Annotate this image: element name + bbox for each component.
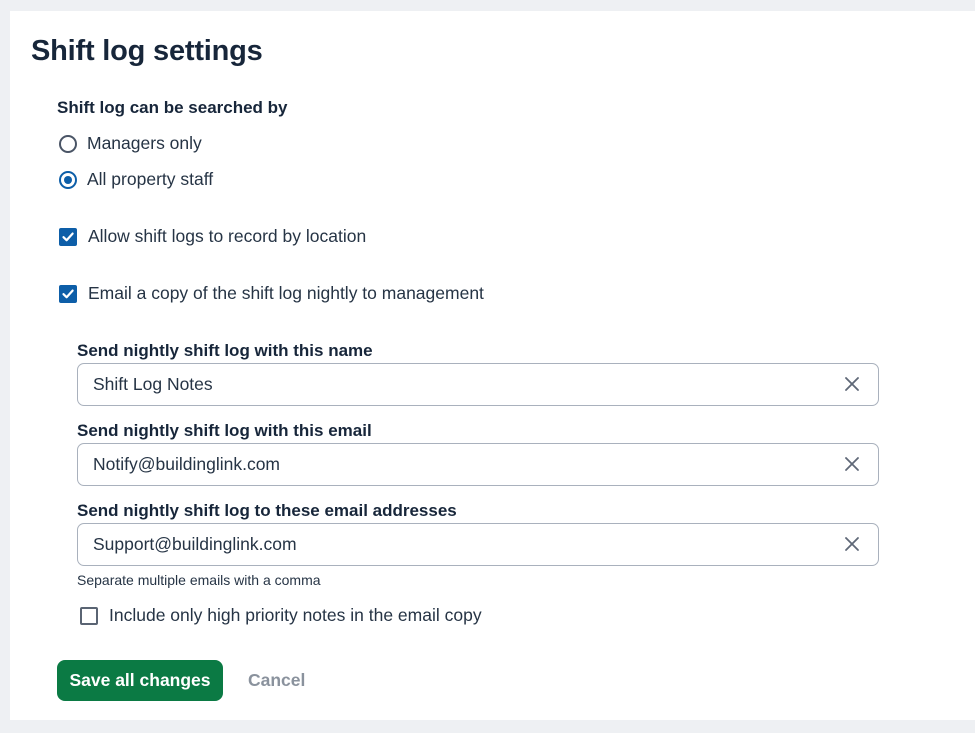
radio-managers-only[interactable]: Managers only xyxy=(59,133,202,154)
name-input[interactable] xyxy=(93,364,813,404)
from-email-input[interactable] xyxy=(93,444,813,484)
checkbox-high-priority-only[interactable]: Include only high priority notes in the … xyxy=(80,605,482,626)
clear-icon[interactable] xyxy=(844,456,860,472)
checkbox-email-nightly[interactable]: Email a copy of the shift log nightly to… xyxy=(59,283,484,304)
settings-card: Shift log settings Shift log can be sear… xyxy=(10,11,975,720)
checkbox-label: Allow shift logs to record by location xyxy=(88,226,367,246)
checkbox-label: Email a copy of the shift log nightly to… xyxy=(88,283,484,303)
checkbox-unchecked-icon[interactable] xyxy=(80,606,98,625)
name-field-label: Send nightly shift log with this name xyxy=(77,341,373,360)
page-title: Shift log settings xyxy=(31,35,263,67)
to-emails-field-label: Send nightly shift log to these email ad… xyxy=(77,501,457,520)
radio-label: Managers only xyxy=(87,133,202,153)
radio-checked-icon[interactable] xyxy=(59,170,77,189)
to-emails-field[interactable] xyxy=(77,523,879,566)
cancel-button[interactable]: Cancel xyxy=(240,660,313,701)
checkmark-icon xyxy=(62,231,74,241)
checkbox-record-by-location[interactable]: Allow shift logs to record by location xyxy=(59,226,366,247)
save-all-changes-button[interactable]: Save all changes xyxy=(57,660,223,701)
checkmark-icon xyxy=(62,288,74,298)
clear-icon[interactable] xyxy=(844,536,860,552)
radio-all-property-staff[interactable]: All property staff xyxy=(59,169,213,190)
radio-unchecked-icon[interactable] xyxy=(59,134,77,153)
from-email-field-label: Send nightly shift log with this email xyxy=(77,421,372,440)
from-email-field[interactable] xyxy=(77,443,879,486)
checkbox-checked-icon[interactable] xyxy=(59,227,77,246)
checkbox-checked-icon[interactable] xyxy=(59,284,77,303)
search-section-label: Shift log can be searched by xyxy=(57,98,288,117)
name-field[interactable] xyxy=(77,363,879,406)
to-emails-input[interactable] xyxy=(93,524,813,564)
email-hint-text: Separate multiple emails with a comma xyxy=(77,572,321,588)
radio-label: All property staff xyxy=(87,169,214,189)
clear-icon[interactable] xyxy=(844,376,860,392)
checkbox-label: Include only high priority notes in the … xyxy=(109,605,482,625)
